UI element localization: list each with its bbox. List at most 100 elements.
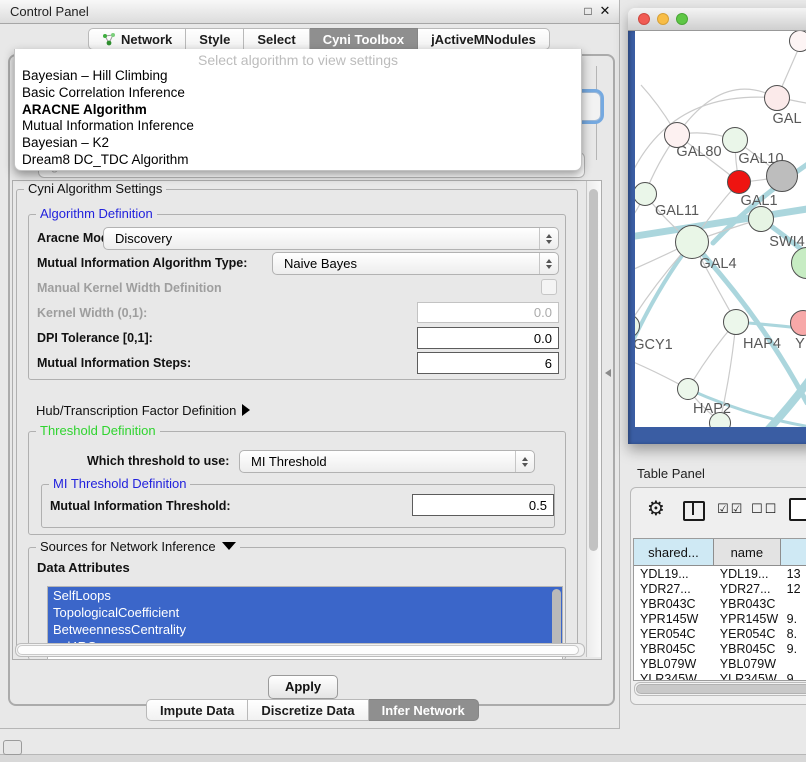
table-cell[interactable]: YPR145W: [714, 611, 781, 626]
algorithm-option-basic-correlation-inference[interactable]: Basic Correlation Inference: [15, 85, 581, 102]
network-node-swi4[interactable]: [748, 206, 774, 232]
tab-select[interactable]: Select: [244, 28, 309, 50]
table-row[interactable]: YLR345WYLR345W9.: [634, 671, 806, 681]
mi-steps-field[interactable]: 6: [417, 352, 559, 374]
algorithm-option-bayesian-k2[interactable]: Bayesian – K2: [15, 135, 581, 152]
network-node[interactable]: [789, 31, 806, 52]
table-cell[interactable]: YDR27...: [634, 581, 714, 596]
table-row[interactable]: YBR045CYBR045C9.: [634, 641, 806, 656]
kernel-width-field[interactable]: 0.0: [417, 302, 559, 323]
unchecked-boxes-icon[interactable]: ☐☐: [751, 501, 778, 517]
table-body: YDL19...YDL19...13YDR27...YDR27...12YBR0…: [634, 566, 806, 681]
mi-type-combo[interactable]: Naive Bayes: [272, 252, 559, 275]
combo-stepper-icon[interactable]: [539, 228, 558, 249]
table-cell[interactable]: 12: [781, 581, 806, 596]
table-cell[interactable]: YBL079W: [634, 656, 714, 671]
network-node-gal[interactable]: [764, 85, 790, 111]
table-row[interactable]: YDL19...YDL19...13: [634, 566, 806, 581]
columns-icon[interactable]: [683, 501, 705, 521]
attribute-betweennesscentrality[interactable]: BetweennessCentrality: [48, 621, 562, 638]
column-header-shared[interactable]: shared...: [634, 539, 714, 565]
float-window-icon[interactable]: □: [580, 3, 596, 19]
network-node-gal1[interactable]: [727, 170, 751, 194]
attribute-selfloops[interactable]: SelfLoops: [48, 587, 562, 604]
table-cell[interactable]: YLR345W: [634, 671, 714, 681]
table-cell[interactable]: 9.: [781, 611, 806, 626]
tab-discretize-data[interactable]: Discretize Data: [248, 699, 368, 721]
table-horizontal-scrollbar[interactable]: [634, 682, 806, 696]
attribute-topologicalcoefficient[interactable]: TopologicalCoefficient: [48, 604, 562, 621]
combo-stepper-icon[interactable]: [515, 451, 534, 472]
close-traffic-light-icon[interactable]: [638, 13, 650, 25]
table-row[interactable]: YPR145WYPR145W9.: [634, 611, 806, 626]
hub-definition-toggle[interactable]: Hub/Transcription Factor Definition: [36, 403, 250, 418]
collapsed-panel-icon[interactable]: [3, 740, 22, 755]
table-cell[interactable]: YBR043C: [634, 596, 714, 611]
table-cell[interactable]: YER054C: [714, 626, 781, 641]
algorithm-option-mutual-information-inference[interactable]: Mutual Information Inference: [15, 118, 581, 135]
table-cell[interactable]: YPR145W: [634, 611, 714, 626]
table-horizontal-scrollbar-thumb[interactable]: [636, 684, 806, 694]
apply-button[interactable]: Apply: [268, 675, 338, 699]
table-cell[interactable]: YBR045C: [714, 641, 781, 656]
network-node-gal10[interactable]: [722, 127, 748, 153]
checked-boxes-icon[interactable]: ☑☑: [717, 501, 744, 517]
control-panel-titlebar[interactable]: Control Panel □ ✕: [0, 0, 619, 24]
which-threshold-combo[interactable]: MI Threshold: [239, 450, 535, 473]
network-node-hap2[interactable]: [677, 378, 699, 400]
network-canvas[interactable]: GALGAL80GAL10GAL1GAL11SWI4GAL4GCY1HAP4YH…: [635, 31, 806, 427]
table-cell[interactable]: YBR045C: [634, 641, 714, 656]
tab-cyni-toolbox[interactable]: Cyni Toolbox: [310, 28, 418, 50]
table-cell[interactable]: YER054C: [634, 626, 714, 641]
mi-threshold-field[interactable]: 0.5: [412, 494, 554, 516]
table-row[interactable]: YBL079WYBL079W: [634, 656, 806, 671]
network-node[interactable]: [766, 160, 798, 192]
node-label-gal: GAL: [772, 111, 801, 127]
table-row[interactable]: YBR043CYBR043C: [634, 596, 806, 611]
table-cell[interactable]: 9.: [781, 671, 806, 681]
zoom-traffic-light-icon[interactable]: [676, 13, 688, 25]
manual-kernel-checkbox[interactable]: [541, 279, 557, 295]
network-node[interactable]: [709, 412, 731, 427]
aracne-mode-combo[interactable]: Discovery: [103, 227, 559, 250]
sources-title[interactable]: Sources for Network Inference: [36, 539, 240, 554]
table-cell[interactable]: 9.: [781, 641, 806, 656]
tab-style[interactable]: Style: [186, 28, 244, 50]
algorithm-option-bayesian-hill-climbing[interactable]: Bayesian – Hill Climbing: [15, 68, 581, 85]
network-window-titlebar[interactable]: [628, 8, 806, 31]
network-node-gal4[interactable]: [675, 225, 709, 259]
table-cell[interactable]: [781, 656, 806, 671]
table-row[interactable]: YDR27...YDR27...12: [634, 581, 806, 596]
tab-network[interactable]: Network: [88, 28, 186, 50]
algorithm-option-aracne-algorithm[interactable]: ARACNE Algorithm: [15, 102, 581, 119]
table-cell[interactable]: YDL19...: [634, 566, 714, 581]
network-node-hap4[interactable]: [723, 309, 749, 335]
document-icon[interactable]: [789, 498, 806, 521]
table-cell[interactable]: YBL079W: [714, 656, 781, 671]
table-cell[interactable]: YDR27...: [714, 581, 781, 596]
table-cell[interactable]: 13: [781, 566, 806, 581]
tab-jactivemnodules[interactable]: jActiveMNodules: [418, 28, 550, 50]
table-cell[interactable]: YLR345W: [714, 671, 781, 681]
table-cell[interactable]: YDL19...: [714, 566, 781, 581]
settings-horizontal-scrollbar-thumb[interactable]: [17, 645, 579, 655]
table-cell[interactable]: YBR043C: [714, 596, 781, 611]
column-header-2[interactable]: [781, 539, 806, 565]
manual-kernel-label: Manual Kernel Width Definition: [37, 281, 222, 295]
combo-stepper-icon[interactable]: [539, 253, 558, 274]
mi-threshold-group: MI Threshold Definition Mutual Informati…: [41, 484, 555, 528]
tab-impute-data[interactable]: Impute Data: [146, 699, 248, 721]
close-window-icon[interactable]: ✕: [597, 3, 613, 19]
gear-icon[interactable]: ⚙: [647, 496, 665, 521]
table-cell[interactable]: 8.: [781, 626, 806, 641]
settings-vertical-scrollbar[interactable]: [586, 181, 601, 657]
tab-infer-network[interactable]: Infer Network: [369, 699, 479, 721]
settings-horizontal-scrollbar[interactable]: [15, 643, 585, 657]
minimize-traffic-light-icon[interactable]: [657, 13, 669, 25]
algorithm-option-dream8-dc-tdc-algorithm[interactable]: Dream8 DC_TDC Algorithm: [15, 152, 581, 169]
settings-vertical-scrollbar-thumb[interactable]: [589, 189, 598, 551]
table-cell[interactable]: [781, 596, 806, 611]
table-row[interactable]: YER054CYER054C8.: [634, 626, 806, 641]
column-header-name[interactable]: name: [714, 539, 781, 565]
dpi-tolerance-field[interactable]: 0.0: [417, 327, 559, 349]
